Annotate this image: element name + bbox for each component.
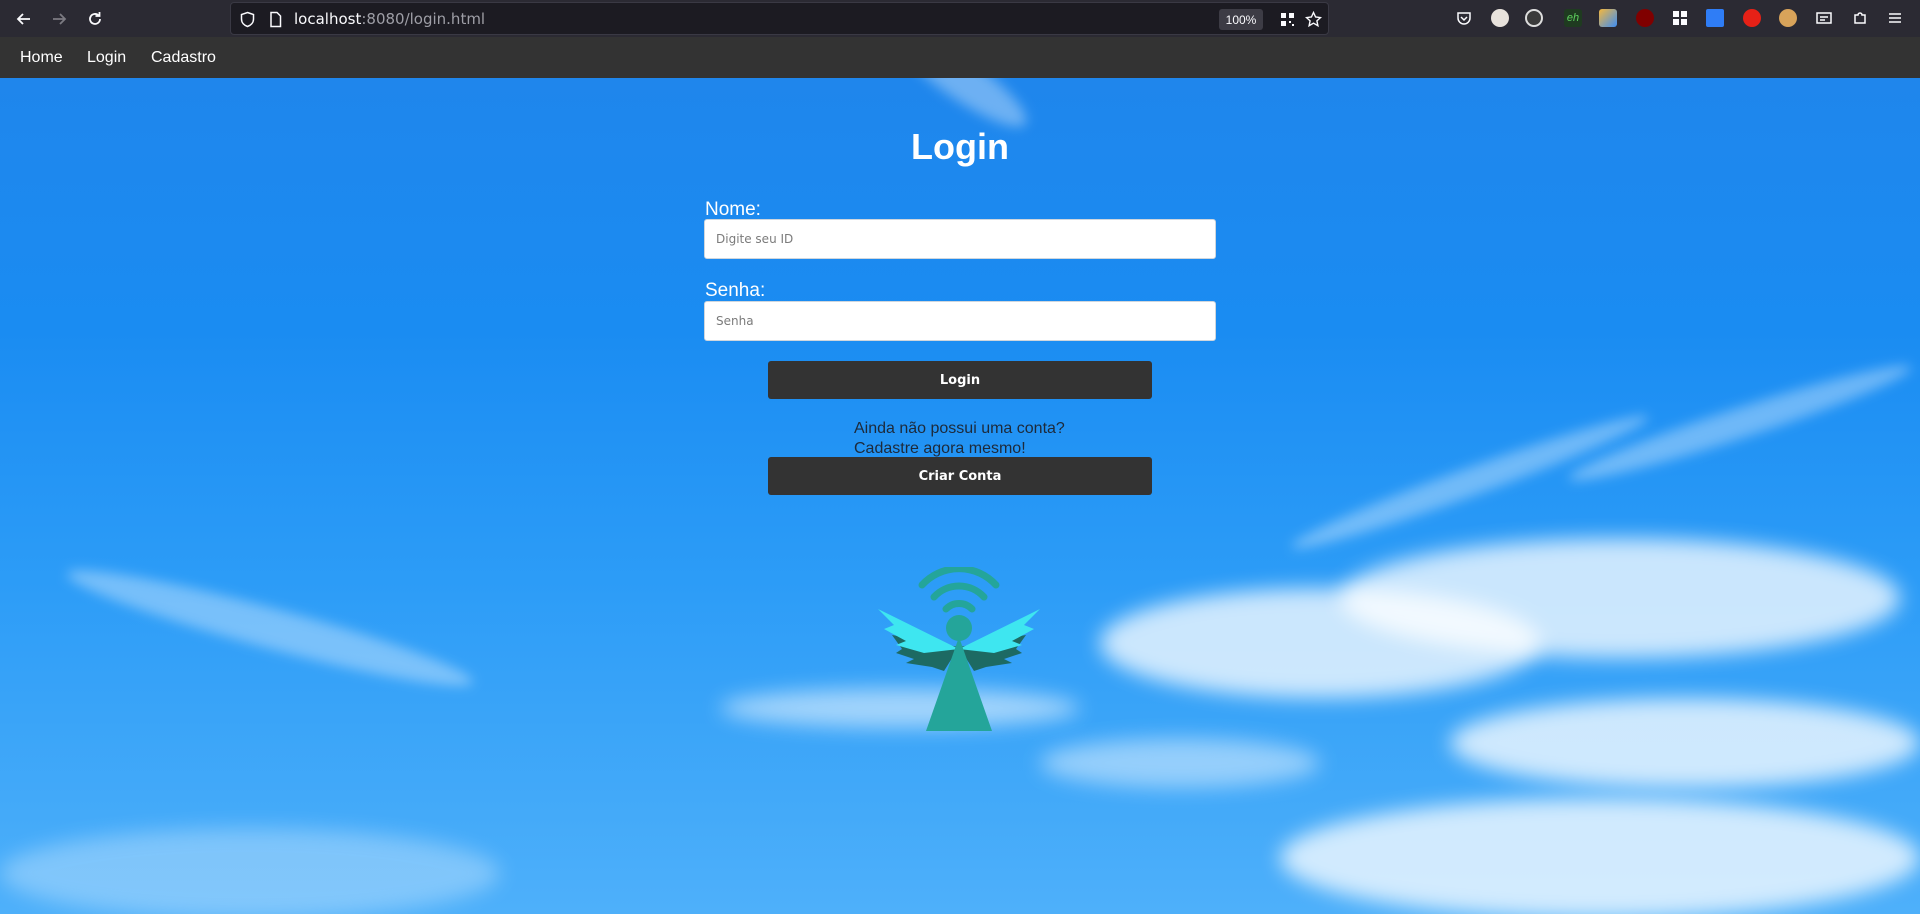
password-label: Senha: [705,280,766,301]
extensions-puzzle-icon[interactable] [1851,9,1869,27]
pocket-icon[interactable] [1455,9,1473,27]
nav-link-login[interactable]: Login [87,49,126,67]
signup-prompt-line1: Ainda não possui uma conta? [854,420,1065,437]
create-account-button[interactable]: Criar Conta [768,457,1152,495]
nav-link-cadastro[interactable]: Cadastro [151,49,216,67]
extension-eh-icon[interactable]: eh [1564,9,1582,27]
extension-pencil-icon[interactable] [1599,9,1617,27]
reader-card-icon[interactable] [1815,9,1833,27]
shield-icon[interactable] [239,11,256,28]
password-input[interactable] [704,301,1216,341]
page-icon[interactable] [267,11,284,28]
url-text[interactable]: localhost:8080/login.html [294,10,485,28]
bookmark-star-icon[interactable] [1305,11,1322,28]
login-button[interactable]: Login [768,361,1152,399]
url-path: :8080/login.html [361,10,486,28]
page-title: Login [911,126,1009,167]
reload-icon[interactable] [80,4,110,34]
qr-code-icon[interactable] [1279,11,1296,28]
url-host: localhost [294,10,362,28]
cookie-icon[interactable] [1779,9,1797,27]
forward-icon[interactable] [44,4,74,34]
nav-link-home[interactable]: Home [20,49,63,67]
profile-avatar-icon[interactable] [1491,9,1509,27]
name-label: Nome: [705,199,761,220]
back-icon[interactable] [9,4,39,34]
url-bar[interactable]: localhost:8080/login.html 100% [230,2,1329,35]
angel-wifi-logo-icon [878,567,1040,731]
page-background: Login Nome: Senha: Login Ainda não possu… [0,78,1920,914]
extension-grid-icon[interactable] [1671,9,1689,27]
ublock-icon[interactable] [1636,9,1654,27]
name-input[interactable] [704,219,1216,259]
site-navbar: Home Login Cadastro [0,37,1920,78]
menu-hamburger-icon[interactable] [1886,9,1904,27]
extension-translate-icon[interactable] [1706,9,1724,27]
extension-panda-icon[interactable] [1525,9,1543,27]
youtube-extension-icon[interactable] [1743,9,1761,27]
browser-toolbar: localhost:8080/login.html 100% eh [0,0,1920,37]
zoom-level-badge[interactable]: 100% [1219,9,1263,30]
signup-prompt-line2: Cadastre agora mesmo! [854,440,1026,457]
